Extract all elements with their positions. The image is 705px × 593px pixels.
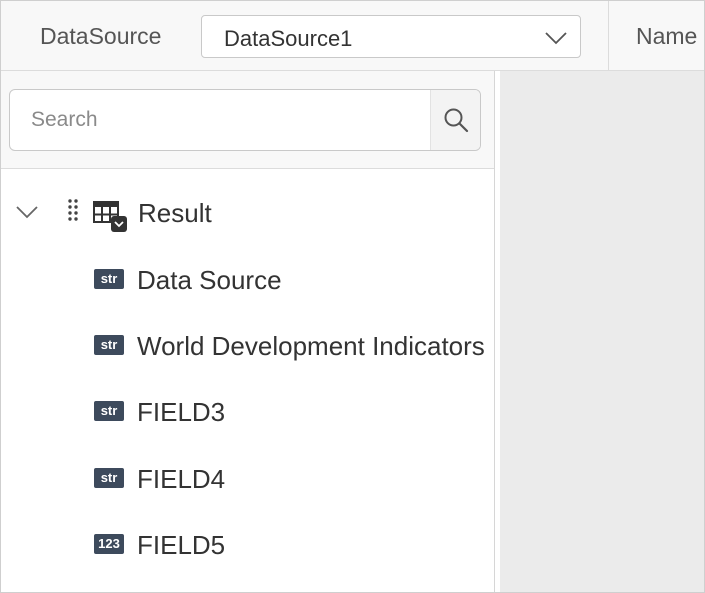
field-label: World Development Indicators <box>137 331 485 361</box>
toolbar: DataSource DataSource1 Name <box>1 1 704 71</box>
design-canvas[interactable] <box>500 71 704 592</box>
field-label: FIELD4 <box>137 464 226 494</box>
field-list-panel: Result str Data Source str World Develop… <box>1 71 495 592</box>
search-icon <box>444 108 469 133</box>
field-label: Data Source <box>137 265 282 295</box>
name-label: Name <box>636 23 698 49</box>
field-item[interactable]: str FIELD3 <box>1 387 494 437</box>
toolbar-divider <box>608 1 609 71</box>
data-source-panel: DataSource DataSource1 Name Search Resul… <box>0 0 705 593</box>
number-type-icon: 123 <box>94 534 124 554</box>
datasource-label: DataSource <box>40 23 162 49</box>
field-item[interactable]: str Data Source <box>1 255 494 305</box>
tree-root-result[interactable]: Result <box>1 169 494 255</box>
search-area <box>1 71 494 169</box>
datasource-selected-value: DataSource1 <box>224 26 353 51</box>
tree-root-label: Result <box>138 198 212 228</box>
field-item[interactable]: str World Development Indicators <box>1 321 494 371</box>
field-item[interactable]: 123 FIELD5 <box>1 520 494 570</box>
field-label: FIELD5 <box>137 530 226 560</box>
string-type-icon: str <box>94 335 124 355</box>
chevron-down-icon <box>545 32 567 45</box>
chevron-down-icon[interactable] <box>15 204 39 220</box>
drag-handle-icon[interactable] <box>67 198 79 222</box>
search-button[interactable] <box>430 90 480 150</box>
datasource-dropdown[interactable]: DataSource1 <box>201 15 581 58</box>
string-type-icon: str <box>94 468 124 488</box>
field-label: FIELD3 <box>137 397 226 427</box>
string-type-icon: str <box>94 269 124 289</box>
table-icon <box>93 201 127 232</box>
field-item[interactable]: str FIELD4 <box>1 454 494 504</box>
string-type-icon: str <box>94 401 124 421</box>
search-box <box>9 89 481 151</box>
search-input[interactable] <box>10 90 430 150</box>
